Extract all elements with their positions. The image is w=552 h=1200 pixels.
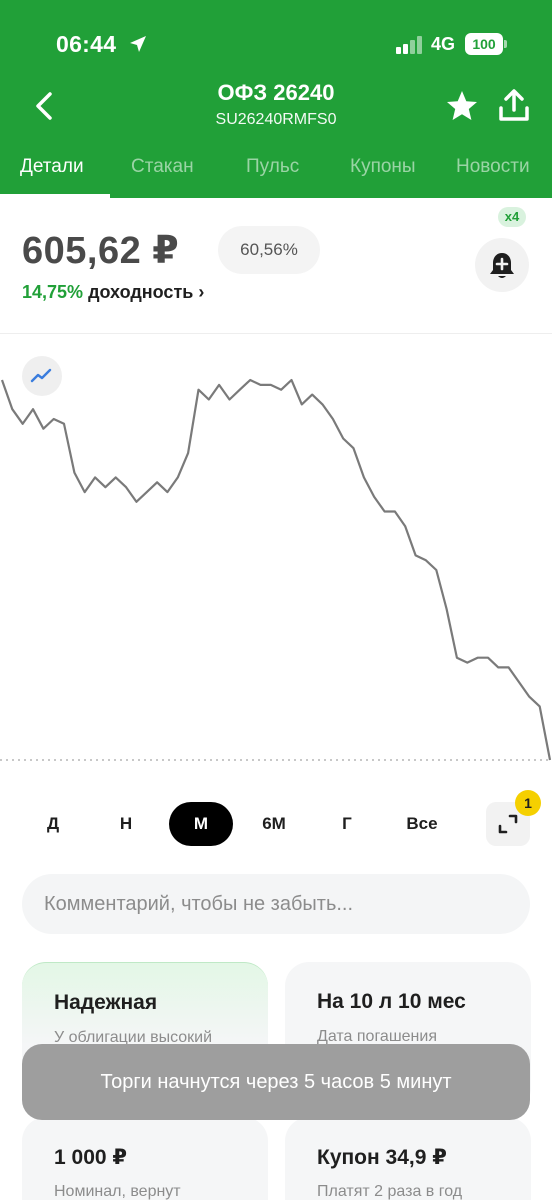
signal-icon [396, 36, 422, 54]
alert-count-badge: x4 [498, 207, 526, 227]
trading-status-toast: Торги начнутся через 5 часов 5 минут [22, 1044, 530, 1120]
chart-type-toggle[interactable] [22, 356, 62, 396]
price-alert-button[interactable] [475, 238, 529, 292]
period-month[interactable]: М [169, 802, 233, 846]
location-arrow-icon [130, 36, 146, 52]
period-week[interactable]: Н [103, 802, 149, 846]
tab-bar: Детали Стакан Пульс Купоны Новости [0, 150, 552, 198]
price-series-line [0, 378, 552, 761]
period-selector: Д Н М 6М Г Все 1 [0, 790, 552, 850]
line-chart-icon [30, 368, 52, 383]
price-chart[interactable] [0, 335, 552, 790]
status-bar: 06:44 4G 100 [0, 28, 552, 62]
tab-coupons[interactable]: Купоны [350, 156, 416, 178]
card-title: Надежная [54, 991, 158, 1014]
yield-value: 14,75% [22, 282, 84, 302]
yield-link[interactable]: 14,75% доходность › [22, 282, 204, 303]
tab-pulse[interactable]: Пульс [246, 156, 299, 178]
page-title: ОФЗ 26240 [217, 80, 335, 105]
tab-news[interactable]: Новости [456, 156, 530, 178]
share-icon[interactable] [496, 88, 532, 124]
header: 06:44 4G 100 ОФЗ 26240 SU26240RMFS0 Дета… [0, 0, 552, 198]
ticker-subtitle: SU26240RMFS0 [215, 111, 337, 128]
nominal-card[interactable]: 1 000 ₽ Номинал, вернут [22, 1117, 268, 1200]
period-6-months[interactable]: 6М [250, 802, 298, 846]
title-block: ОФЗ 26240 SU26240RMFS0 [126, 78, 426, 132]
yield-label: доходность › [88, 282, 205, 302]
notification-badge: 1 [515, 790, 541, 816]
card-title: На 10 л 10 мес [317, 990, 466, 1013]
card-title: 1 000 ₽ [54, 1146, 127, 1169]
nav-row: ОФЗ 26240 SU26240RMFS0 [0, 78, 552, 138]
tab-details[interactable]: Детали [20, 156, 84, 178]
battery-indicator: 100 [465, 33, 503, 55]
card-subtitle: Платят 2 раза в год [317, 1183, 463, 1200]
percent-of-nominal-badge[interactable]: 60,56% [218, 226, 320, 274]
back-arrow-icon[interactable] [28, 88, 60, 124]
battery-tip [504, 40, 507, 48]
coupon-card[interactable]: Купон 34,9 ₽ Платят 2 раза в год [285, 1117, 531, 1200]
card-title: Купон 34,9 ₽ [317, 1146, 447, 1169]
comment-input[interactable] [22, 874, 530, 934]
star-icon[interactable] [444, 88, 480, 124]
card-subtitle: Номинал, вернут [54, 1183, 181, 1200]
expand-icon [498, 814, 518, 834]
tab-order-book[interactable]: Стакан [131, 156, 194, 178]
bell-plus-icon [490, 253, 514, 278]
price-value: 605,62 ₽ [22, 230, 180, 272]
period-year[interactable]: Г [324, 802, 370, 846]
network-type: 4G [431, 34, 456, 54]
period-day[interactable]: Д [30, 802, 76, 846]
status-time: 06:44 [56, 31, 117, 57]
quote-panel: 605,62 ₽ 60,56% 14,75% доходность › x4 [0, 198, 552, 334]
price-chart-svg [0, 378, 552, 761]
chart-marks [0, 378, 552, 761]
period-all[interactable]: Все [395, 802, 449, 846]
